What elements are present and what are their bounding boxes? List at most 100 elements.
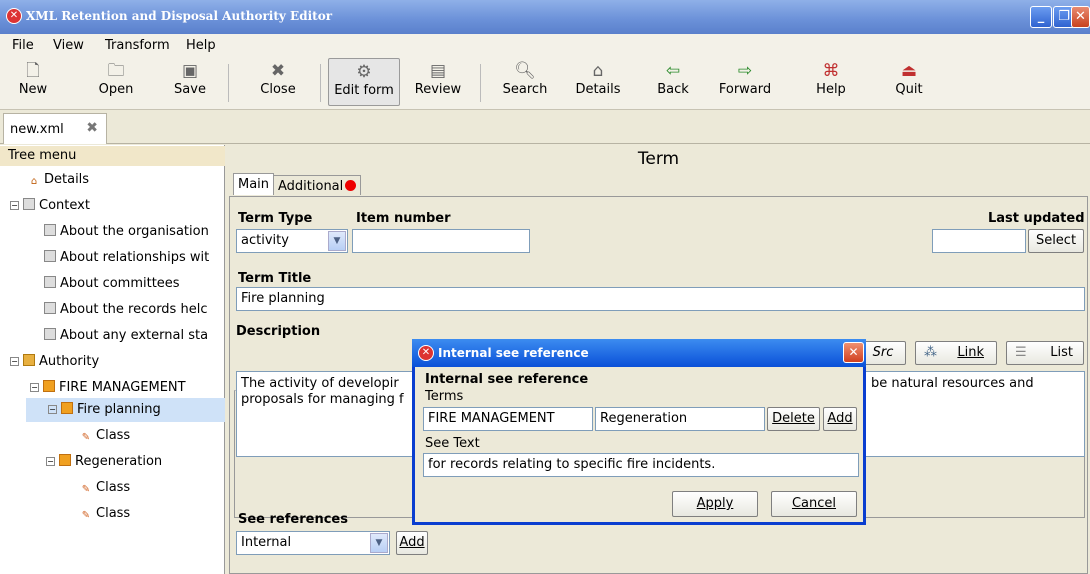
list-button[interactable]: ☰ List bbox=[1006, 341, 1084, 365]
title-bar: ✕ XML Retention and Disposal Authority E… bbox=[0, 0, 1090, 34]
last-updated-label: Last updated bbox=[988, 211, 1085, 226]
tree-node-regeneration[interactable]: − Regeneration bbox=[46, 450, 162, 474]
details-button[interactable]: ⌂ Details bbox=[572, 58, 624, 106]
dialog-title-bar: ✕ Internal see reference ✕ bbox=[412, 339, 866, 367]
tree-node-about-relationships[interactable]: About relationships wit bbox=[44, 246, 225, 270]
menu-help[interactable]: Help bbox=[186, 38, 216, 53]
pencil-icon: ✎ bbox=[81, 484, 91, 495]
tab-additional[interactable]: Additional bbox=[273, 175, 362, 195]
tree-node-about-records[interactable]: About the records helc bbox=[44, 298, 225, 322]
review-button[interactable]: ▤ Review bbox=[412, 58, 464, 106]
home-icon: ⌂ bbox=[592, 61, 604, 81]
close-window-button[interactable]: ✕ bbox=[1071, 6, 1090, 28]
tree-node-fire-planning[interactable]: − Fire planning bbox=[26, 398, 225, 422]
see-references-label: See references bbox=[238, 512, 348, 527]
tree-node-class[interactable]: ✎ Class bbox=[80, 476, 130, 500]
folder-icon: 🗀 bbox=[107, 61, 125, 81]
minimize-button[interactable]: _ bbox=[1030, 6, 1052, 28]
forward-arrow-icon: ⇨ bbox=[737, 61, 753, 81]
select-button[interactable]: Select bbox=[1028, 229, 1084, 253]
see-text-input[interactable]: for records relating to specific fire in… bbox=[423, 453, 859, 477]
menu-view[interactable]: View bbox=[53, 38, 84, 53]
person-icon bbox=[44, 250, 56, 262]
search-button[interactable]: 🔍︎ Search bbox=[498, 58, 552, 106]
term-type-select[interactable]: activity ▼ bbox=[236, 229, 348, 253]
src-button[interactable]: Src bbox=[860, 341, 906, 365]
tab-main[interactable]: Main bbox=[233, 173, 275, 195]
back-arrow-icon: ⇦ bbox=[665, 61, 681, 81]
pencil-icon: ✎ bbox=[81, 510, 91, 521]
item-number-label: Item number bbox=[356, 211, 451, 226]
document-tab[interactable]: new.xml ✖ bbox=[3, 113, 107, 144]
dialog-close-button[interactable]: ✕ bbox=[843, 342, 864, 363]
tree-node-about-external[interactable]: About any external sta bbox=[44, 324, 225, 348]
folder-icon bbox=[61, 402, 73, 414]
apply-button[interactable]: Apply bbox=[672, 491, 758, 517]
menu-file[interactable]: File bbox=[12, 38, 34, 53]
tree-node-about-committees[interactable]: About committees bbox=[44, 272, 225, 296]
term-type-label: Term Type bbox=[238, 211, 313, 226]
tree-node-authority[interactable]: − Authority bbox=[10, 350, 99, 374]
collapse-icon[interactable]: − bbox=[10, 201, 19, 210]
tree-panel: Tree menu ⌂ Details − Context About the or… bbox=[0, 145, 225, 574]
open-button[interactable]: 🗀 Open bbox=[94, 58, 138, 106]
floppy-icon: ▣ bbox=[181, 61, 199, 81]
close-tab-icon[interactable]: ✖ bbox=[86, 120, 98, 136]
tree-node-context[interactable]: − Context bbox=[10, 194, 90, 218]
tree-node-about-organisation[interactable]: About the organisation bbox=[44, 220, 225, 244]
tree-node-fire-management[interactable]: − FIRE MANAGEMENT bbox=[30, 376, 186, 400]
dialog-heading: Internal see reference bbox=[425, 372, 589, 387]
tree-node-details[interactable]: ⌂ Details bbox=[28, 168, 89, 192]
person-icon bbox=[44, 328, 56, 340]
description-label: Description bbox=[236, 324, 323, 339]
page-title: Term bbox=[637, 149, 680, 169]
add-term-button[interactable]: Add bbox=[823, 407, 857, 431]
link-icon: ⁂ bbox=[924, 345, 937, 360]
terms-label: Terms bbox=[425, 389, 464, 404]
tree-node-class[interactable]: ✎ Class bbox=[80, 424, 130, 448]
person-icon bbox=[44, 302, 56, 314]
folder-icon bbox=[59, 454, 71, 466]
save-button[interactable]: ▣ Save bbox=[172, 58, 208, 106]
collapse-icon[interactable]: − bbox=[10, 357, 19, 366]
menu-transform[interactable]: Transform bbox=[105, 38, 170, 53]
collapse-icon[interactable]: − bbox=[30, 383, 39, 392]
review-icon: ▤ bbox=[429, 61, 447, 81]
collapse-icon[interactable]: − bbox=[48, 405, 57, 414]
app-icon: ✕ bbox=[418, 345, 434, 361]
collapse-icon[interactable]: − bbox=[46, 457, 55, 466]
see-text-label: See Text bbox=[425, 436, 480, 451]
cancel-button[interactable]: Cancel bbox=[771, 491, 857, 517]
internal-see-reference-dialog: ✕ Internal see reference ✕ Internal see … bbox=[412, 339, 866, 525]
add-see-reference-button[interactable]: Add bbox=[396, 531, 428, 555]
person-icon bbox=[44, 276, 56, 288]
link-button[interactable]: ⁂ Link bbox=[915, 341, 997, 365]
term-title-input[interactable]: Fire planning bbox=[236, 287, 1085, 311]
home-icon: ⌂ bbox=[30, 176, 38, 187]
toolbar: 🗋 New 🗀 Open ▣ Save ✖ Close ⚙ Edit form ▤ Revi… bbox=[0, 56, 1090, 110]
forward-button[interactable]: ⇨ Forward bbox=[714, 58, 776, 106]
item-number-input[interactable] bbox=[352, 229, 530, 253]
person-icon bbox=[44, 224, 56, 236]
term-field-1[interactable]: FIRE MANAGEMENT bbox=[423, 407, 593, 431]
help-icon: ⌘ bbox=[822, 61, 840, 81]
chevron-down-icon: ▼ bbox=[328, 231, 346, 251]
edit-form-button[interactable]: ⚙ Edit form bbox=[328, 58, 400, 106]
delete-term-button[interactable]: Delete bbox=[767, 407, 820, 431]
error-indicator-icon bbox=[345, 180, 357, 191]
edit-form-icon: ⚙ bbox=[356, 62, 372, 82]
see-references-type-select[interactable]: Internal ▼ bbox=[236, 531, 390, 555]
last-updated-input[interactable] bbox=[932, 229, 1026, 253]
document-tab-bar: new.xml ✖ bbox=[0, 110, 1090, 144]
back-button[interactable]: ⇦ Back bbox=[655, 58, 691, 106]
close-button[interactable]: ✖ Close bbox=[256, 58, 300, 106]
search-icon: 🔍︎ bbox=[514, 61, 536, 81]
tree-node-class[interactable]: ✎ Class bbox=[80, 502, 130, 526]
tree-header: Tree menu bbox=[0, 146, 225, 166]
quit-button[interactable]: ⏏ Quit bbox=[893, 58, 925, 106]
folder-icon bbox=[43, 380, 55, 392]
term-field-2[interactable]: Regeneration bbox=[595, 407, 765, 431]
new-button[interactable]: 🗋 New bbox=[14, 58, 52, 106]
help-button[interactable]: ⌘ Help bbox=[814, 58, 848, 106]
list-icon: ☰ bbox=[1015, 345, 1027, 360]
